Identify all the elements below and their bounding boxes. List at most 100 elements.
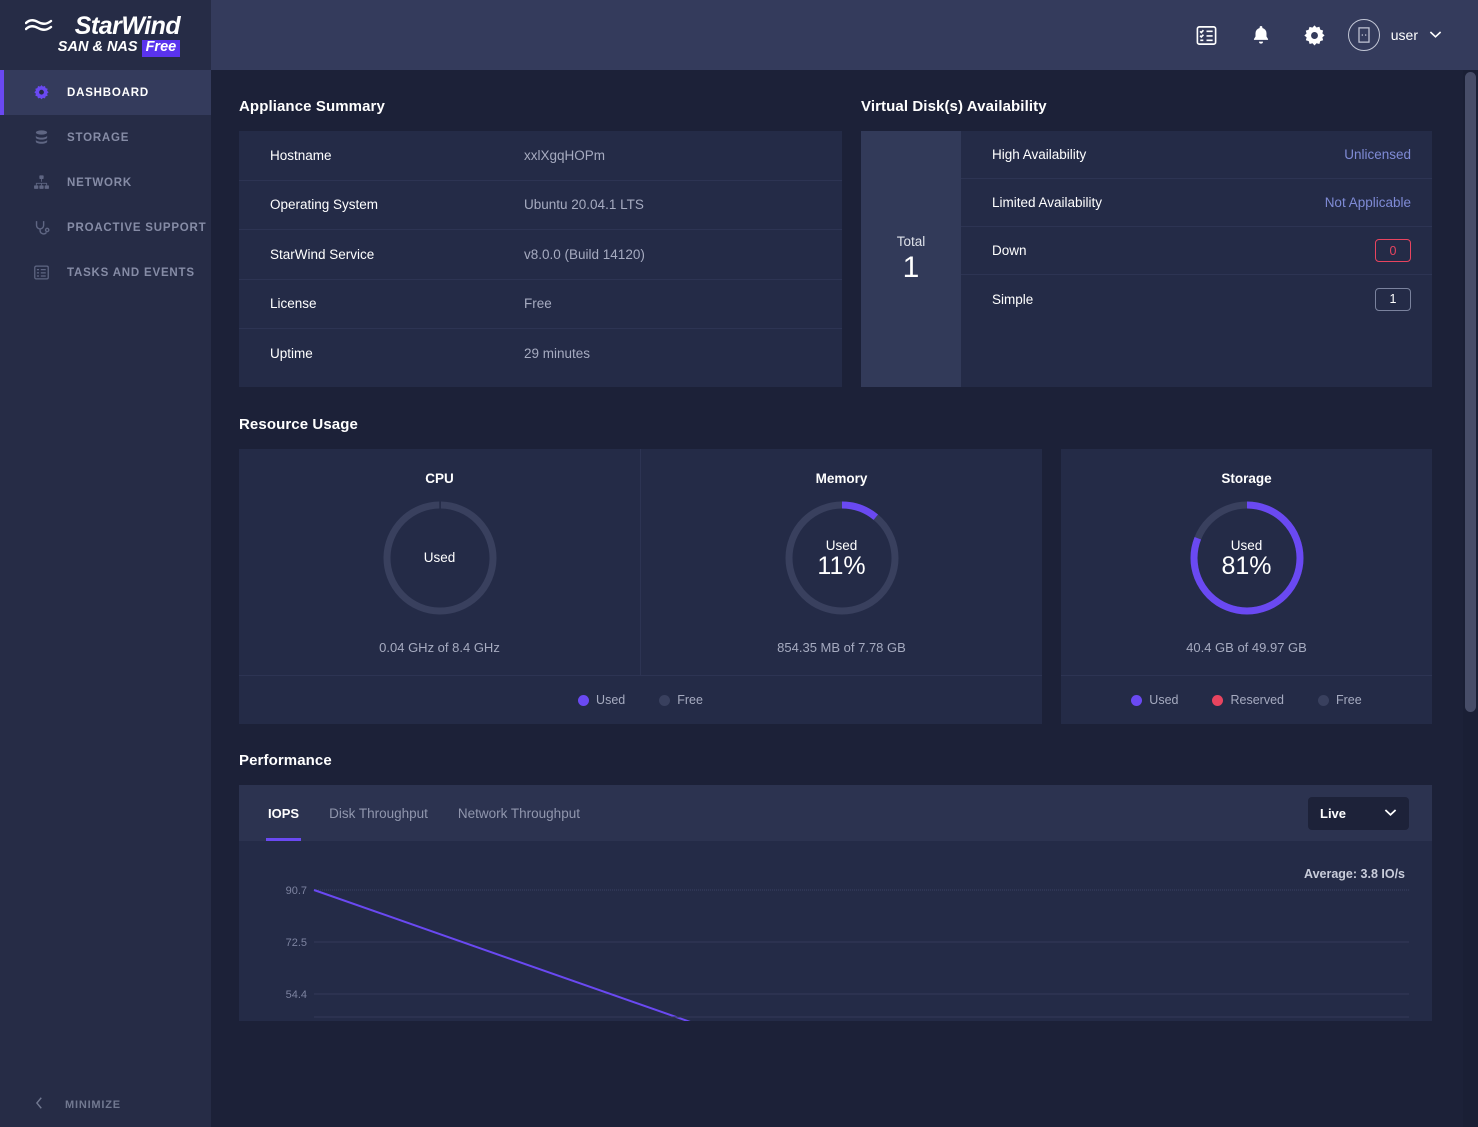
total-label: Total: [896, 234, 926, 249]
sidebar-item-label: DASHBOARD: [67, 86, 149, 99]
storage-percent: 81%: [1221, 551, 1272, 580]
cpu-panel: CPU Used 0.04 GHz of 8.4 GHz: [239, 449, 641, 675]
legend-item: Reserved: [1212, 693, 1284, 707]
row-key: Operating System: [270, 197, 379, 213]
cpu-subtitle: 0.04 GHz of 8.4 GHz: [379, 640, 500, 655]
chevron-left-icon: [34, 1096, 45, 1113]
wave-icon: [24, 17, 53, 40]
row-value: Free: [524, 296, 552, 312]
table-row: Hostname xxlXgqHOPm: [239, 131, 842, 181]
sidebar-item-proactive-support[interactable]: PROACTIVE SUPPORT: [0, 205, 211, 250]
sidebar-item-label: PROACTIVE SUPPORT: [67, 221, 207, 234]
legend-label: Reserved: [1230, 693, 1284, 707]
legend-dot-used: [1131, 694, 1143, 706]
minimize-button[interactable]: MINIMIZE: [0, 1082, 211, 1127]
table-row: License Free: [239, 280, 842, 329]
table-row: StarWind Service v8.0.0 (Build 14120): [239, 230, 842, 280]
top-panels-row: Appliance Summary Hostname xxlXgqHOPm Op…: [239, 98, 1432, 387]
performance-tabs: IOPS Disk Throughput Network Throughput: [265, 785, 580, 841]
cpu-used-label: Used: [423, 550, 456, 565]
row-value: 29 minutes: [524, 346, 591, 362]
cpu-memory-group: CPU Used 0.04 GHz of 8.4 GHz Memory Used…: [239, 449, 1042, 724]
total-value: 1: [902, 251, 920, 284]
gear-icon[interactable]: [1288, 0, 1342, 70]
tab-disk-throughput[interactable]: Disk Throughput: [329, 785, 428, 841]
sidebar-item-tasks-and-events[interactable]: TASKS AND EVENTS: [0, 250, 211, 295]
sidebar-item-dashboard[interactable]: DASHBOARD: [0, 70, 211, 115]
memory-used-label: Used: [825, 537, 858, 553]
minimize-label: MINIMIZE: [65, 1098, 121, 1111]
legend-dot-free: [1317, 694, 1329, 706]
storage-donut-chart: Used 81%: [1187, 498, 1307, 618]
row-value: xxlXgqHOPm: [524, 147, 606, 163]
legend-item: Used: [1131, 693, 1178, 707]
status-badge: Unlicensed: [1344, 147, 1411, 162]
page-title-virtual-disks: Virtual Disk(s) Availability: [861, 98, 1047, 115]
brand-name: StarWind: [74, 12, 181, 41]
storage-legend: Used Reserved Free: [1061, 675, 1432, 724]
brand-logo[interactable]: StarWind SAN & NAS Free: [0, 0, 211, 70]
time-range-value: Live: [1320, 805, 1347, 821]
time-range-select[interactable]: Live: [1308, 796, 1409, 830]
legend-item: Free: [1317, 693, 1362, 707]
row-key: Uptime: [270, 346, 313, 362]
page-title-resource-usage: Resource Usage: [239, 416, 358, 433]
sidebar-item-label: TASKS AND EVENTS: [67, 266, 195, 279]
brand-edition: Free: [141, 39, 181, 57]
bell-icon[interactable]: [1234, 0, 1288, 70]
tab-label: IOPS: [268, 805, 300, 821]
stethoscope-icon: [32, 219, 50, 237]
user-menu[interactable]: user: [1347, 19, 1442, 51]
cpu-donut-chart: Used: [380, 498, 500, 618]
appliance-summary-card: Hostname xxlXgqHOPm Operating System Ubu…: [239, 131, 842, 387]
table-row: Uptime 29 minutes: [239, 329, 842, 379]
virtual-disks-rows: High Availability Unlicensed Limited Ava…: [961, 131, 1432, 387]
cpu-title: CPU: [425, 471, 454, 486]
table-row: High Availability Unlicensed: [961, 131, 1432, 179]
iops-line-chart: 90.7 72.5 54.4: [286, 885, 1409, 1021]
app-root: StarWind SAN & NAS Free DASHBOARD STORAG…: [0, 0, 1478, 1127]
tasks-list-icon[interactable]: [1180, 0, 1234, 70]
memory-title: Memory: [815, 471, 868, 486]
memory-panel: Memory Used 11% 854.35 MB of 7.78 GB: [641, 449, 1042, 675]
storage-subtitle: 40.4 GB of 49.97 GB: [1186, 640, 1307, 655]
row-label: Down: [992, 243, 1027, 258]
legend-item: Free: [659, 693, 703, 707]
storage-panel: Storage Used 81% 40.4 GB of 49.97 GB Use…: [1061, 449, 1432, 724]
y-axis-tick: 90.7: [286, 885, 307, 897]
tab-iops[interactable]: IOPS: [265, 785, 302, 841]
performance-section: Performance IOPS Disk Throughput Network…: [239, 752, 1432, 1021]
virtual-disks-section: Virtual Disk(s) Availability Total 1 Hig…: [861, 98, 1432, 387]
legend-label: Free: [677, 693, 703, 707]
appliance-summary-section: Appliance Summary Hostname xxlXgqHOPm Op…: [239, 98, 842, 387]
row-label: Limited Availability: [992, 195, 1103, 210]
legend-label: Used: [596, 693, 626, 707]
y-axis-tick: 54.4: [286, 989, 307, 1001]
legend-dot-reserved: [1212, 694, 1224, 706]
status-badge: Not Applicable: [1324, 195, 1411, 210]
row-key: License: [270, 296, 317, 312]
resource-usage-row: CPU Used 0.04 GHz of 8.4 GHz Memory Used…: [239, 449, 1432, 724]
storage-inner: Storage Used 81% 40.4 GB of 49.97 GB: [1061, 449, 1432, 675]
table-row: Limited Availability Not Applicable: [961, 179, 1432, 227]
row-key: Hostname: [270, 147, 332, 163]
virtual-disks-total: Total 1: [861, 131, 961, 387]
chevron-down-icon: [1429, 26, 1442, 44]
row-value: Ubuntu 20.04.1 LTS: [524, 197, 644, 213]
resource-usage-section: Resource Usage CPU Used 0.04 GHz of 8.4 …: [239, 416, 1432, 724]
sidebar-nav: DASHBOARD STORAGE NETWORK PROACTIVE SUPP…: [0, 70, 211, 295]
row-key: StarWind Service: [270, 246, 375, 262]
storage-used-label: Used: [1230, 537, 1263, 553]
status-badge: 1: [1375, 287, 1411, 311]
sidebar-item-network[interactable]: NETWORK: [0, 160, 211, 205]
sidebar-item-storage[interactable]: STORAGE: [0, 115, 211, 160]
legend-dot-used: [578, 694, 590, 706]
topbar: user: [211, 0, 1478, 70]
dashboard-content: Appliance Summary Hostname xxlXgqHOPm Op…: [211, 70, 1478, 1127]
cpu-memory-legend: Used Free: [239, 675, 1042, 724]
vertical-scrollbar-thumb[interactable]: [1465, 72, 1476, 712]
page-title-performance: Performance: [239, 752, 332, 769]
chart-bottom-gridline: [314, 1016, 1409, 1018]
tab-label: Disk Throughput: [329, 805, 428, 821]
tab-network-throughput[interactable]: Network Throughput: [458, 785, 580, 841]
